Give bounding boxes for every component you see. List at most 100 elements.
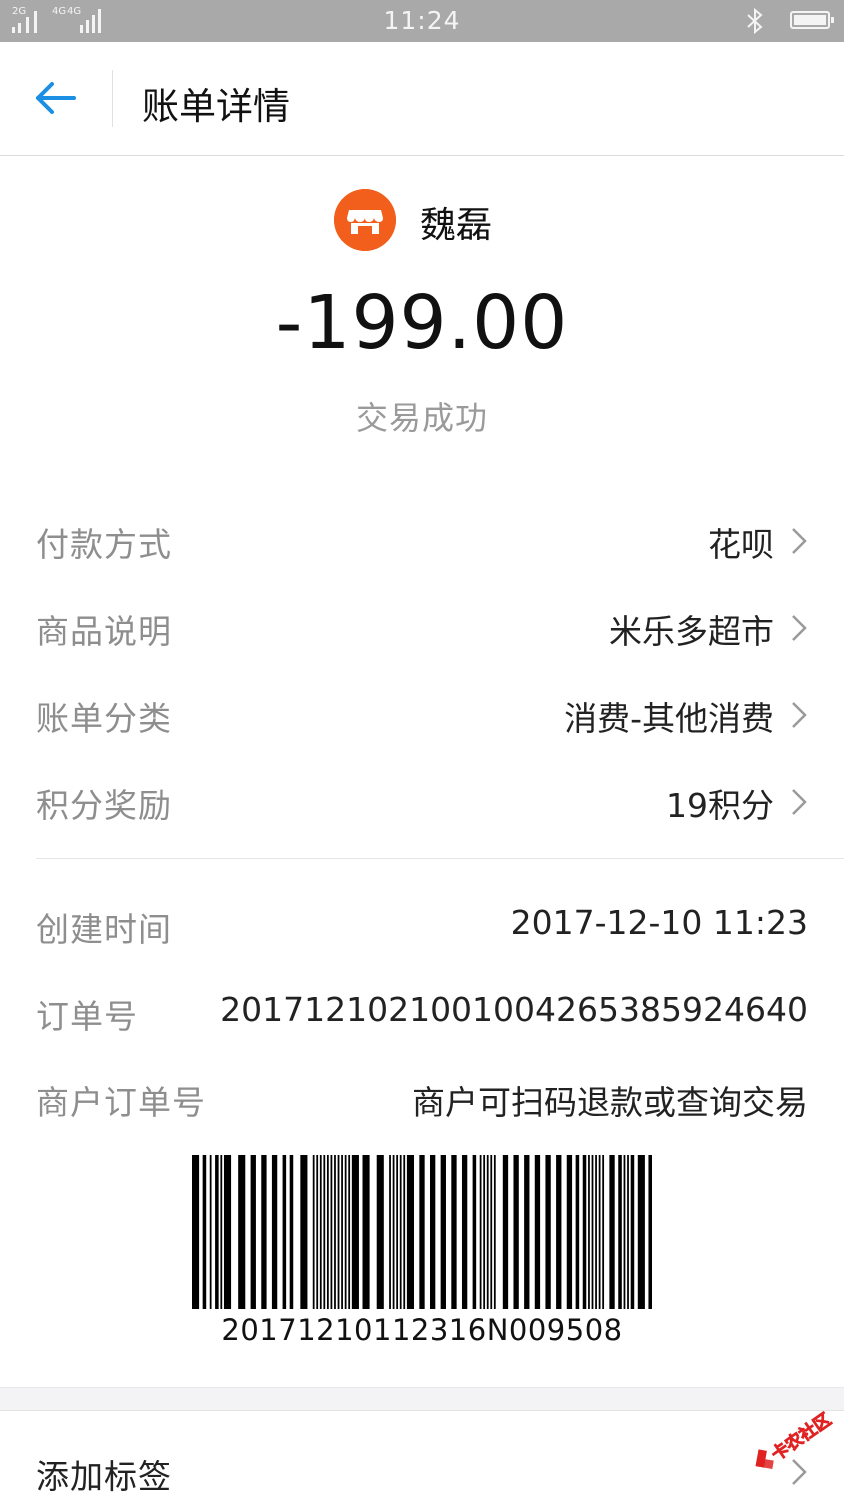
info-label: 订单号 — [36, 997, 138, 1036]
barcode-bar — [392, 1155, 395, 1309]
barcode-bar — [389, 1155, 391, 1309]
barcode-bar — [341, 1155, 343, 1309]
barcode-bar — [403, 1155, 406, 1309]
barcode-bar — [348, 1155, 351, 1309]
barcode-bar — [406, 1155, 415, 1309]
barcode-bar — [461, 1155, 468, 1309]
detail-row-bill-category[interactable]: 账单分类 消费-其他消费 — [36, 684, 808, 744]
barcode-bar — [609, 1155, 615, 1309]
barcode-image — [192, 1155, 652, 1309]
barcode-bar — [209, 1155, 212, 1309]
barcode-bar — [220, 1155, 223, 1309]
barcode-bar — [419, 1155, 425, 1309]
barcode-bar — [399, 1155, 402, 1309]
barcode-bar — [486, 1155, 489, 1309]
chevron-right-icon — [792, 702, 807, 728]
detail-row-product-description[interactable]: 商品说明 米乐多超市 — [36, 597, 808, 657]
detail-value: 19积分 — [666, 786, 774, 825]
barcode-bar — [493, 1155, 496, 1309]
info-row-created-time: 创建时间 2017-12-10 11:23 — [36, 895, 808, 955]
barcode-bar — [271, 1155, 278, 1309]
info-value: 2017121021001004265385924640 — [220, 990, 808, 1029]
info-value: 商户可扫码退款或查询交易 — [412, 1083, 808, 1122]
barcode-bar — [582, 1155, 587, 1309]
detail-value: 米乐多超市 — [609, 612, 774, 651]
barcode-bar — [575, 1155, 580, 1309]
barcode-bar — [534, 1155, 541, 1309]
arrow-left-icon — [36, 82, 76, 114]
barcode-bar — [648, 1155, 652, 1309]
barcode-bar — [588, 1155, 590, 1309]
barcode-bar — [566, 1155, 573, 1309]
barcode-bar — [192, 1155, 200, 1309]
barcode-bar — [524, 1155, 530, 1309]
barcode-bar — [502, 1155, 509, 1309]
detail-value: 花呗 — [708, 525, 774, 564]
battery-icon — [790, 11, 834, 29]
barcode-bar — [490, 1155, 493, 1309]
bluetooth-icon — [747, 8, 763, 34]
detail-label: 商品说明 — [36, 612, 172, 651]
page-title: 账单详情 — [142, 85, 290, 128]
detail-value: 消费-其他消费 — [564, 699, 774, 738]
app-header: 账单详情 — [0, 42, 844, 156]
add-tag-button[interactable]: 添加标签 — [36, 1450, 172, 1498]
merchant-name: 魏磊 — [420, 205, 493, 246]
barcode-bar — [637, 1155, 645, 1309]
detail-label: 积分奖励 — [36, 786, 172, 825]
barcode-bar — [319, 1155, 322, 1309]
barcode-bar — [326, 1155, 329, 1309]
chevron-right-icon — [792, 789, 807, 815]
back-button[interactable] — [34, 80, 78, 116]
barcode-bar — [362, 1155, 370, 1309]
chevron-right-icon — [792, 528, 807, 554]
barcode-bar — [330, 1155, 333, 1309]
chevron-right-icon — [792, 615, 807, 641]
info-row-order-number: 订单号 2017121021001004265385924640 — [36, 982, 808, 1042]
barcode-bar — [598, 1155, 601, 1309]
barcode-bar — [334, 1155, 336, 1309]
info-value: 2017-12-10 11:23 — [510, 903, 808, 942]
barcode-bar — [223, 1155, 232, 1309]
barcode-bar — [472, 1155, 477, 1309]
barcode-bar — [513, 1155, 519, 1309]
status-time: 11:24 — [383, 6, 461, 35]
svg-text:卡农社区: 卡农社区 — [767, 1409, 835, 1465]
section-divider — [36, 858, 844, 859]
barcode-bar — [479, 1155, 482, 1309]
shop-icon — [334, 189, 396, 251]
barcode-bar — [250, 1155, 256, 1309]
detail-label: 账单分类 — [36, 699, 172, 738]
detail-label: 付款方式 — [36, 525, 172, 564]
barcode-bar — [602, 1155, 605, 1309]
barcode-number: 20171210112316N009508 — [221, 1313, 623, 1347]
barcode-bar — [556, 1155, 562, 1309]
info-label: 创建时间 — [36, 910, 172, 949]
barcode-bar — [215, 1155, 219, 1309]
barcode-bar — [627, 1155, 629, 1309]
barcode-bar — [323, 1155, 326, 1309]
detail-row-payment-method[interactable]: 付款方式 花呗 — [36, 510, 808, 570]
info-label: 商户订单号 — [36, 1083, 206, 1122]
barcode-bar — [545, 1155, 551, 1309]
transaction-amount: -199.00 — [275, 280, 569, 366]
barcode-bar — [316, 1155, 319, 1309]
barcode-bar — [595, 1155, 597, 1309]
barcode-bar — [623, 1155, 626, 1309]
status-bar: 2G 4G 4G 11:24 — [0, 0, 844, 42]
transaction-status: 交易成功 — [355, 399, 488, 437]
barcode-bar — [344, 1155, 347, 1309]
barcode-bar — [300, 1155, 308, 1309]
barcode-bar — [238, 1155, 246, 1309]
barcode-bar — [451, 1155, 457, 1309]
barcode-bar — [630, 1155, 635, 1309]
barcode-bar — [483, 1155, 486, 1309]
detail-row-points-reward[interactable]: 积分奖励 19积分 — [36, 771, 808, 831]
barcode-bar — [202, 1155, 207, 1309]
barcode-bar — [312, 1155, 315, 1309]
barcode-bar — [429, 1155, 436, 1309]
barcode-bar — [618, 1155, 622, 1309]
barcode-bar — [591, 1155, 594, 1309]
barcode-bar — [396, 1155, 399, 1309]
section-gap — [0, 1387, 844, 1411]
